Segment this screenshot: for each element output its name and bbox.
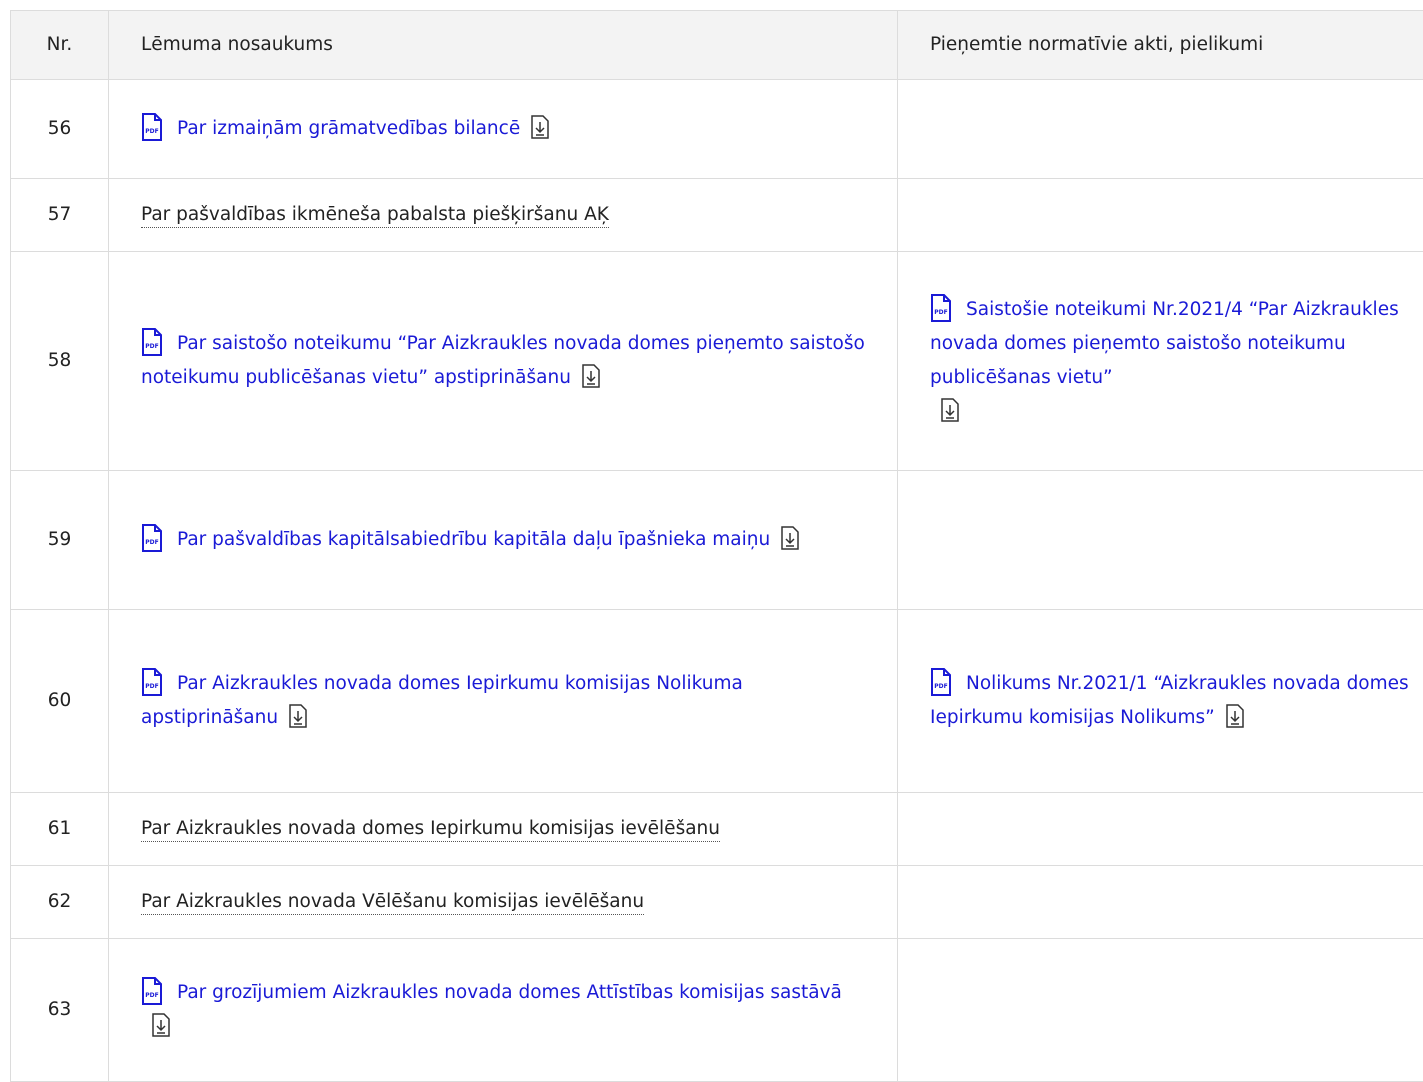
table-row: 61 Par Aizkraukles novada domes Iepirkum… [11,793,1423,866]
pdf-file-icon: PDF [930,294,952,322]
svg-text:PDF: PDF [934,683,947,690]
decision-title-cell: PDFPar saistošo noteikumu “Par Aizkraukl… [109,252,898,471]
decision-title: Par grozījumiem Aizkraukles novada domes… [177,982,842,1003]
download-icon[interactable] [288,704,308,728]
decision-title: Par pašvaldības kapitālsabiedrību kapitā… [177,529,770,550]
attachments-cell [898,179,1423,252]
table-row: 58 PDFPar saistošo noteikumu “Par Aizkra… [11,252,1423,471]
download-icon[interactable] [151,1013,171,1037]
pdf-file-icon: PDF [141,113,163,141]
decision-title: Par saistošo noteikumu “Par Aizkraukles … [141,333,865,388]
decision-pdf-link[interactable]: PDFPar Aizkraukles novada domes Iepirkum… [141,667,861,735]
decision-title-cell: PDF Par izmaiņām grāmatvedības bilancē [109,80,898,179]
attachment-title: Nolikums Nr.2021/1 “Aizkraukles novada d… [930,673,1409,728]
table-row: 63 PDF Par grozījumiem Aizkraukles novada… [11,939,1423,1082]
svg-text:PDF: PDF [934,309,947,316]
decision-title-cell: PDF Par grozījumiem Aizkraukles novada do… [109,939,898,1082]
decision-title-cell: Par Aizkraukles novada Vēlēšanu komisija… [109,866,898,939]
svg-text:PDF: PDF [145,683,158,690]
row-number: 57 [11,179,109,252]
download-icon[interactable] [530,115,550,139]
attachment-pdf-link[interactable]: PDFNolikums Nr.2021/1 “Aizkraukles novad… [930,667,1423,735]
decision-pdf-link[interactable]: PDF Par izmaiņām grāmatvedības bilancē [141,118,550,139]
pdf-file-icon: PDF [141,524,163,552]
header-nr: Nr. [11,11,109,80]
attachments-cell [898,80,1423,179]
pdf-file-icon: PDF [141,668,163,696]
row-number: 58 [11,252,109,471]
pdf-file-icon: PDF [141,977,163,1005]
pdf-file-icon: PDF [930,668,952,696]
table-row: 57 Par pašvaldības ikmēneša pabalsta pie… [11,179,1423,252]
decision-title-cell: Par Aizkraukles novada domes Iepirkumu k… [109,793,898,866]
decision-title-cell: Par pašvaldības ikmēneša pabalsta piešķi… [109,179,898,252]
table-row: 62 Par Aizkraukles novada Vēlēšanu komis… [11,866,1423,939]
download-icon[interactable] [780,526,800,550]
attachment-title: Saistošie noteikumi Nr.2021/4 “Par Aizkr… [930,299,1399,388]
decision-pdf-link[interactable]: PDFPar saistošo noteikumu “Par Aizkraukl… [141,333,865,388]
row-number: 61 [11,793,109,866]
header-attachments: Pieņemtie normatīvie akti, pielikumi [898,11,1423,80]
table-row: 56 PDF Par izmaiņām grāmatvedības bilancē [11,80,1423,179]
row-number: 62 [11,866,109,939]
decision-pdf-link[interactable]: PDF Par pašvaldības kapitālsabiedrību kap… [141,529,800,550]
decision-title[interactable]: Par pašvaldības ikmēneša pabalsta piešķi… [141,204,609,228]
pdf-file-icon: PDF [141,328,163,356]
attachments-cell [898,793,1423,866]
attachments-cell [898,939,1423,1082]
download-icon[interactable] [940,398,960,422]
attachments-cell: PDFNolikums Nr.2021/1 “Aizkraukles novad… [898,610,1423,793]
svg-text:PDF: PDF [145,343,158,350]
attachment-pdf-link[interactable]: PDFSaistošie noteikumi Nr.2021/4 “Par Ai… [930,293,1423,429]
decision-title: Par Aizkraukles novada domes Iepirkumu k… [141,673,743,728]
attachments-cell: PDFSaistošie noteikumi Nr.2021/4 “Par Ai… [898,252,1423,471]
attachments-cell [898,471,1423,610]
decision-title: Par izmaiņām grāmatvedības bilancē [177,118,520,139]
decision-title[interactable]: Par Aizkraukles novada Vēlēšanu komisija… [141,891,644,915]
svg-text:PDF: PDF [145,992,158,999]
table-row: 59 PDF Par pašvaldības kapitālsabiedrību … [11,471,1423,610]
header-title: Lēmuma nosaukums [109,11,898,80]
decision-title-cell: PDF Par pašvaldības kapitālsabiedrību kap… [109,471,898,610]
download-icon[interactable] [581,364,601,388]
row-number: 56 [11,80,109,179]
row-number: 63 [11,939,109,1082]
svg-text:PDF: PDF [145,539,158,546]
decisions-table: Nr. Lēmuma nosaukums Pieņemtie normatīvi… [10,10,1423,1082]
table-row: 60 PDFPar Aizkraukles novada domes Iepir… [11,610,1423,793]
attachments-cell [898,866,1423,939]
row-number: 59 [11,471,109,610]
download-icon[interactable] [1225,704,1245,728]
row-number: 60 [11,610,109,793]
table-header: Nr. Lēmuma nosaukums Pieņemtie normatīvi… [11,11,1423,80]
svg-text:PDF: PDF [145,128,158,135]
decision-title-cell: PDFPar Aizkraukles novada domes Iepirkum… [109,610,898,793]
decision-pdf-link[interactable]: PDF Par grozījumiem Aizkraukles novada do… [141,976,871,1044]
decision-title[interactable]: Par Aizkraukles novada domes Iepirkumu k… [141,818,720,842]
